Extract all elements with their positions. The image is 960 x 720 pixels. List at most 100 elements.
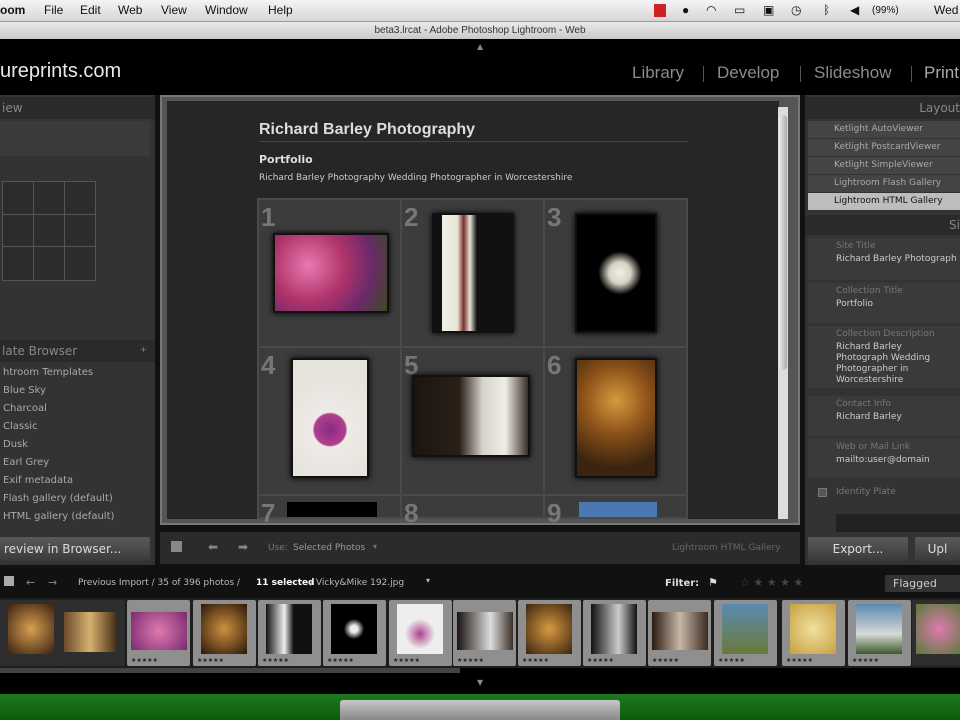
- dock[interactable]: [340, 700, 620, 720]
- grid-cell-9[interactable]: 9: [545, 496, 686, 528]
- back-arrow-icon[interactable]: ←: [26, 576, 35, 589]
- hands-photo[interactable]: [575, 213, 657, 333]
- collapse-bottom-icon[interactable]: ▼: [477, 678, 483, 687]
- bluetooth-icon[interactable]: ᛒ: [823, 3, 830, 17]
- collection-description-field[interactable]: Collection Description Richard Barley Ph…: [808, 326, 960, 388]
- current-filename[interactable]: / Vicky&Mike 192.jpg: [310, 578, 404, 588]
- church-photo[interactable]: [575, 358, 657, 478]
- style-item[interactable]: Ketlight PostcardViewer: [808, 139, 960, 156]
- template-item[interactable]: Charcoal: [0, 400, 152, 418]
- photo-9[interactable]: [579, 502, 657, 517]
- style-item[interactable]: Ketlight SimpleViewer: [808, 157, 960, 174]
- field-value[interactable]: Richard Barley Photograph Wedding Photog…: [808, 339, 933, 386]
- previous-arrow-icon[interactable]: ⬅: [208, 540, 218, 554]
- gallery-page[interactable]: Richard Barley Photography Portfolio Ric…: [167, 101, 788, 528]
- site-title-field[interactable]: Site Title Richard Barley Photograph: [808, 238, 960, 280]
- screen-1-icon[interactable]: [4, 576, 14, 586]
- filmstrip-thumb-selected[interactable]: ★★★★★: [258, 600, 321, 666]
- grid-cell-5[interactable]: 5: [402, 348, 543, 494]
- menu-help[interactable]: Help: [268, 3, 293, 17]
- flag-icon[interactable]: ⚑: [708, 576, 718, 589]
- layout-style-header[interactable]: Layout: [805, 97, 960, 119]
- filmstrip-thumb-selected[interactable]: ★★★★★: [518, 600, 581, 666]
- preview-header[interactable]: iew: [0, 97, 155, 119]
- menu-file[interactable]: File: [44, 3, 63, 17]
- export-button[interactable]: Export...: [808, 537, 908, 561]
- filmstrip-source-path[interactable]: Previous Import / 35 of 396 photos /: [78, 578, 240, 588]
- template-item[interactable]: Exif metadata: [0, 472, 152, 490]
- template-item[interactable]: Classic: [0, 418, 152, 436]
- kiss-photo[interactable]: [412, 375, 530, 457]
- filmstrip-thumb-selected[interactable]: ★★★★★: [127, 600, 190, 666]
- sync-icon[interactable]: ●: [682, 3, 689, 17]
- style-item-selected[interactable]: Lightroom HTML Gallery: [808, 193, 960, 210]
- module-print[interactable]: Print: [924, 63, 959, 83]
- filmstrip-thumb-selected[interactable]: ★★★★★: [389, 600, 452, 666]
- clock-icon[interactable]: ◷: [791, 3, 801, 17]
- style-item[interactable]: Lightroom Flash Gallery: [808, 175, 960, 192]
- preview-in-browser-button[interactable]: review in Browser...: [0, 537, 150, 561]
- template-browser-header[interactable]: late Browser: [0, 340, 155, 362]
- wifi-icon[interactable]: ◠: [706, 3, 716, 17]
- module-library[interactable]: Library: [632, 63, 684, 83]
- volume-icon[interactable]: ◀: [850, 3, 859, 17]
- filmstrip-scrollbar[interactable]: [0, 668, 460, 673]
- dropdown-icon[interactable]: ▾: [426, 576, 430, 585]
- filmstrip-thumb-selected[interactable]: ★★★★★: [193, 600, 256, 666]
- add-template-icon[interactable]: +: [140, 345, 147, 354]
- field-value[interactable]: mailto:user@domain: [808, 452, 960, 466]
- clock-day[interactable]: Wed: [934, 3, 958, 17]
- bride-bouquet-photo[interactable]: [291, 358, 369, 478]
- template-item[interactable]: Blue Sky: [0, 382, 152, 400]
- filmstrip-thumb[interactable]: [62, 600, 125, 666]
- web-mail-link-field[interactable]: Web or Mail Link mailto:user@domain: [808, 439, 960, 477]
- dropdown-icon[interactable]: ▾: [373, 542, 377, 551]
- menu-web[interactable]: Web: [118, 3, 142, 17]
- filmstrip-thumb-selected[interactable]: ★★★★★: [453, 600, 516, 666]
- template-item[interactable]: Flash gallery (default): [0, 490, 152, 508]
- identity-plate-preview[interactable]: [836, 514, 960, 532]
- vertical-scrollbar[interactable]: [778, 107, 788, 519]
- battery-status[interactable]: (99%): [872, 5, 899, 16]
- template-item[interactable]: Dusk: [0, 436, 152, 454]
- next-arrow-icon[interactable]: ➡: [238, 540, 248, 554]
- filmstrip-thumb-selected[interactable]: ★★★★★: [648, 600, 711, 666]
- filmstrip-thumb-selected[interactable]: ★★★★★: [583, 600, 646, 666]
- status-icon[interactable]: [654, 4, 666, 17]
- grid-cell-1[interactable]: 1: [259, 200, 400, 346]
- menu-view[interactable]: View: [161, 3, 187, 17]
- grid-cell-7[interactable]: 7: [259, 496, 400, 528]
- identity-plate-checkbox[interactable]: [818, 488, 827, 497]
- contact-info-field[interactable]: Contact Info Richard Barley: [808, 396, 960, 436]
- upload-button[interactable]: Upl: [915, 537, 960, 561]
- filmstrip-thumb[interactable]: [0, 600, 63, 666]
- template-item[interactable]: Earl Grey: [0, 454, 152, 472]
- flowers-photo[interactable]: [273, 233, 389, 313]
- menu-window[interactable]: Window: [205, 3, 248, 17]
- filmstrip-thumb-selected[interactable]: ★★★★★: [782, 600, 845, 666]
- template-item[interactable]: HTML gallery (default): [0, 508, 152, 526]
- forward-arrow-icon[interactable]: →: [48, 576, 57, 589]
- menu-app[interactable]: oom: [0, 3, 25, 17]
- menu-edit[interactable]: Edit: [80, 3, 101, 17]
- field-value[interactable]: Richard Barley: [808, 409, 960, 423]
- filmstrip-thumb-selected[interactable]: ★★★★★: [714, 600, 777, 666]
- grid-view-icon[interactable]: [171, 541, 182, 552]
- script-icon[interactable]: ▣: [763, 3, 774, 17]
- grid-cell-6[interactable]: 6: [545, 348, 686, 494]
- grid-cell-3[interactable]: 3: [545, 200, 686, 346]
- field-value[interactable]: Portfolio: [808, 296, 960, 310]
- grid-cell-4[interactable]: 4: [259, 348, 400, 494]
- groom-photo[interactable]: [432, 213, 514, 333]
- site-info-header[interactable]: Si: [805, 215, 960, 235]
- use-selector[interactable]: Selected Photos: [293, 543, 365, 553]
- style-item[interactable]: Ketlight AutoViewer: [808, 121, 960, 138]
- module-slideshow[interactable]: Slideshow: [814, 63, 892, 83]
- display-icon[interactable]: ▭: [734, 3, 745, 17]
- filter-preset-select[interactable]: Flagged: [885, 575, 960, 592]
- photo-7[interactable]: [287, 502, 377, 517]
- filmstrip-thumb-selected[interactable]: ★★★★★: [848, 600, 911, 666]
- collapse-top-icon[interactable]: ▲: [477, 42, 483, 51]
- star-filter-icon[interactable]: ☆ ★ ★ ★ ★: [740, 576, 803, 589]
- grid-cell-8[interactable]: 8: [402, 496, 543, 528]
